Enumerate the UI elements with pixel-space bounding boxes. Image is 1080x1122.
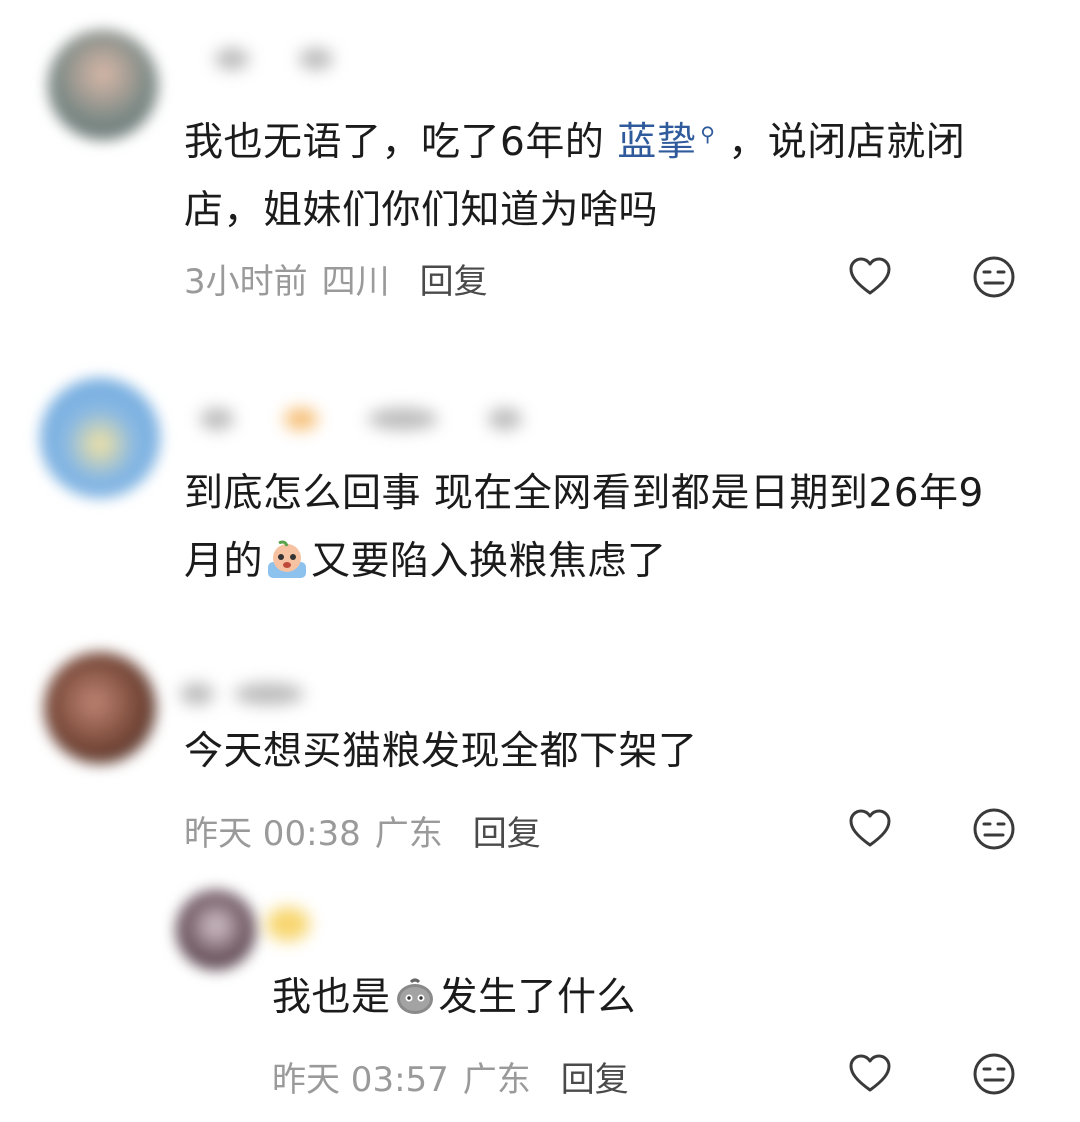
sweat-face-emoji-icon	[396, 978, 433, 1014]
comment-text: 我也无语了，吃了6年的 蓝挚 ⚲ ，说闭店就闭 店，姐妹们你们知道为啥吗	[184, 120, 966, 233]
keyword-link[interactable]: 蓝挚	[617, 120, 696, 165]
region: 广东	[374, 814, 443, 854]
comment-text: 今天想买猫粮发现全都下架了	[184, 729, 698, 774]
comment-text: 我也是 发生了什么	[272, 975, 637, 1020]
timestamp: 昨天 00:38	[184, 814, 361, 854]
username-blurred[interactable]	[180, 680, 304, 708]
meh-face-icon[interactable]	[972, 1052, 1016, 1096]
comment-meta: 昨天 03:57 广东 回复	[272, 1052, 629, 1101]
region: 四川	[321, 262, 390, 302]
meh-face-icon[interactable]	[972, 255, 1016, 299]
avatar[interactable]	[176, 890, 256, 970]
username-blurred[interactable]	[200, 405, 522, 433]
region: 广东	[462, 1060, 531, 1100]
avatar[interactable]	[44, 652, 156, 764]
crying-peach-emoji-icon	[268, 540, 307, 578]
search-icon[interactable]: ⚲	[700, 122, 715, 146]
username-blurred[interactable]	[266, 907, 310, 941]
timestamp: 3小时前	[184, 262, 308, 302]
meh-face-icon[interactable]	[972, 807, 1016, 851]
heart-outline-icon[interactable]	[848, 807, 892, 851]
heart-outline-icon[interactable]	[848, 1052, 892, 1096]
heart-outline-icon[interactable]	[848, 255, 892, 299]
avatar[interactable]	[40, 378, 160, 498]
timestamp: 昨天 03:57	[272, 1060, 449, 1100]
reply-button[interactable]: 回复	[473, 806, 541, 855]
comment-text: 到底怎么回事 现在全网看到都是日期到26年9 月的 又要陷入换粮焦虑了	[184, 471, 984, 584]
comment-meta: 3小时前 四川 回复	[184, 254, 488, 303]
reply-button[interactable]: 回复	[561, 1052, 629, 1101]
avatar[interactable]	[48, 30, 158, 140]
reply-button[interactable]: 回复	[420, 254, 488, 303]
username-blurred[interactable]	[215, 45, 333, 73]
comment-meta: 昨天 00:38 广东 回复	[184, 806, 541, 855]
